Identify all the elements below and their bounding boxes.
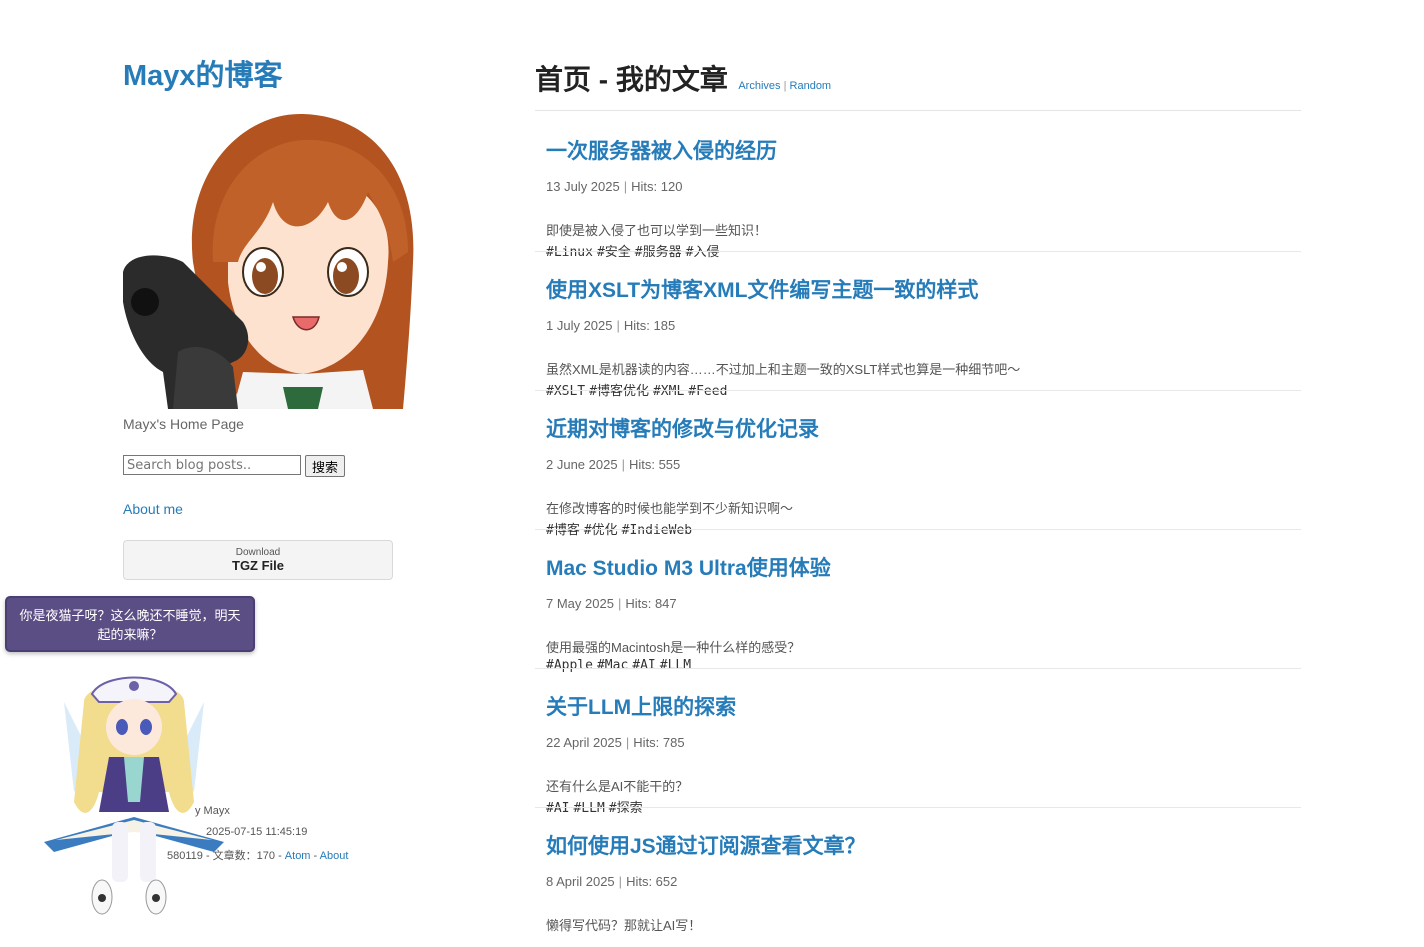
- post-excerpt: 即使是被入侵了也可以学到一些知识！: [546, 223, 768, 238]
- random-link[interactable]: Random: [790, 80, 832, 92]
- post-hits: Hits: 555: [628, 457, 681, 472]
- post-title-link[interactable]: 使用XSLT为博客XML文件编写主题一致的样式: [546, 274, 978, 304]
- search-input[interactable]: [123, 455, 301, 475]
- post-hits: Hits: 185: [623, 318, 676, 333]
- download-label-small: Download: [235, 547, 281, 558]
- post-item: 关于LLM上限的探索 22 April 2025 | Hits: 785 还有什么是…: [535, 669, 1301, 816]
- header-divider: [535, 110, 1301, 111]
- site-tagline: Mayx's Home Page: [123, 416, 244, 432]
- post-date: 7 May 2025: [546, 596, 614, 611]
- post-date: 22 April 2025: [546, 735, 622, 750]
- mascot-speech-bubble: 你是夜猫子呀？这么晚还不睡觉，明天起的来嘛？: [5, 596, 255, 652]
- footer-about-link[interactable]: About: [320, 850, 349, 862]
- search-form: 搜索: [123, 455, 346, 477]
- post-meta: 7 May 2025 | Hits: 847: [546, 596, 677, 611]
- page-title: 首页 - 我的文章: [535, 64, 728, 95]
- meta-separator: |: [617, 596, 622, 611]
- post-excerpt: 还有什么是AI不能干的？: [546, 779, 689, 794]
- post-date: 1 July 2025: [546, 318, 613, 333]
- meta-separator: |: [625, 735, 630, 750]
- post-hits: Hits: 785: [633, 735, 685, 750]
- download-tgz-button[interactable]: Download TGZ File: [123, 540, 393, 580]
- post-meta: 13 July 2025 | Hits: 120: [546, 179, 682, 194]
- post-item: 如何使用JS通过订阅源查看文章？ 8 April 2025 | Hits: 652 …: [535, 808, 1301, 947]
- post-excerpt: 使用最强的Macintosh是一种什么样的感受？: [546, 640, 801, 655]
- post-item: 使用XSLT为博客XML文件编写主题一致的样式 1 July 2025 | Hits…: [535, 252, 1301, 399]
- post-meta: 2 June 2025 | Hits: 555: [546, 457, 680, 472]
- meta-separator: |: [616, 318, 620, 333]
- post-hits: Hits: 652: [626, 874, 678, 889]
- post-date: 13 July 2025: [546, 179, 620, 194]
- meta-separator: |: [621, 457, 625, 472]
- site-title[interactable]: Mayx的博客: [123, 52, 283, 94]
- download-label-big: TGZ File: [232, 558, 284, 573]
- post-hits: Hits: 847: [625, 596, 677, 611]
- post-date: 2 June 2025: [546, 457, 618, 472]
- footer-dash: -: [310, 850, 320, 862]
- post-item: 近期对博客的修改与优化记录 2 June 2025 | Hits: 555 在修改博…: [535, 391, 1301, 538]
- post-title-link[interactable]: 关于LLM上限的探索: [546, 691, 736, 721]
- meta-separator: |: [623, 179, 628, 194]
- post-title-link[interactable]: Mac Studio M3 Ultra使用体验: [546, 552, 831, 582]
- post-item: Mac Studio M3 Ultra使用体验 7 May 2025 | Hits:…: [535, 530, 1301, 673]
- post-title-link[interactable]: 近期对博客的修改与优化记录: [546, 413, 819, 443]
- header-link-separator: |: [783, 80, 787, 92]
- archives-link[interactable]: Archives: [738, 80, 780, 92]
- page-header: 首页 - 我的文章 Archives | Random: [535, 58, 831, 98]
- atom-feed-link[interactable]: Atom: [285, 850, 311, 862]
- mascot-character[interactable]: [44, 672, 224, 920]
- post-meta: 8 April 2025 | Hits: 652: [546, 874, 677, 889]
- avatar-image: [123, 113, 414, 409]
- header-links: Archives | Random: [738, 80, 831, 92]
- meta-separator: |: [618, 874, 623, 889]
- post-excerpt: 在修改博客的时候也能学到不少新知识啊～: [546, 501, 794, 516]
- post-date: 8 April 2025: [546, 874, 615, 889]
- post-meta: 1 July 2025 | Hits: 185: [546, 318, 675, 333]
- post-excerpt: 虽然XML是机器读的内容……不过加上和主题一致的XSLT样式也算是一种细节吧～: [546, 362, 1021, 377]
- post-hits: Hits: 120: [631, 179, 683, 194]
- post-item: 一次服务器被入侵的经历 13 July 2025 | Hits: 120 即使是被入…: [535, 113, 1301, 260]
- about-me-link[interactable]: About me: [123, 501, 183, 517]
- post-title-link[interactable]: 一次服务器被入侵的经历: [546, 135, 777, 165]
- post-meta: 22 April 2025 | Hits: 785: [546, 735, 685, 750]
- post-title-link[interactable]: 如何使用JS通过订阅源查看文章？: [546, 830, 866, 860]
- post-excerpt: 懒得写代码？那就让AI写！: [546, 918, 702, 933]
- search-button[interactable]: 搜索: [305, 455, 346, 477]
- site-title-link[interactable]: Mayx的博客: [123, 60, 283, 92]
